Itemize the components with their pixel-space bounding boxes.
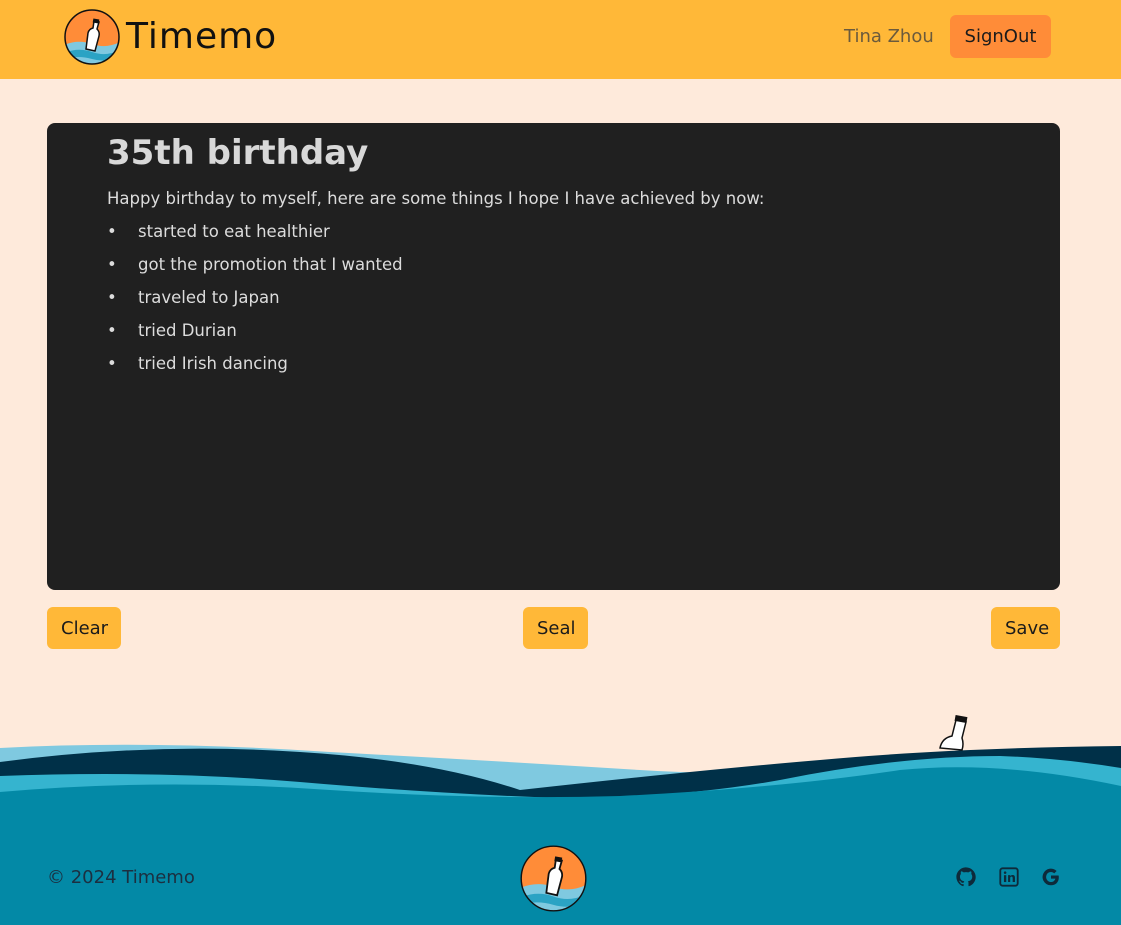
floating-bottle-icon [939, 715, 968, 751]
google-icon[interactable] [1040, 866, 1062, 888]
list-item: got the promotion that I wanted [107, 255, 1000, 275]
memo-editor[interactable]: 35th birthday Happy birthday to myself, … [47, 123, 1060, 590]
memo-intro: Happy birthday to myself, here are some … [107, 189, 765, 208]
top-nav-bar: Timemo Tina Zhou SignOut [0, 0, 1121, 79]
github-icon[interactable] [955, 866, 977, 888]
memo-list: started to eat healthier got the promoti… [107, 222, 1000, 374]
list-item: tried Durian [107, 321, 1000, 341]
footer-copyright: © 2024 Timemo [47, 867, 195, 888]
linkedin-icon[interactable] [998, 866, 1020, 888]
signout-button[interactable]: SignOut [950, 15, 1051, 58]
list-item: started to eat healthier [107, 222, 1000, 242]
list-item: traveled to Japan [107, 288, 1000, 308]
list-item: tried Irish dancing [107, 354, 1000, 374]
user-name: Tina Zhou [844, 26, 934, 47]
save-button[interactable]: Save [991, 607, 1060, 649]
bottle-logo-icon [64, 9, 120, 65]
footer-bottle-logo-icon [520, 845, 587, 912]
brand-logo[interactable]: Timemo [64, 9, 277, 65]
seal-button[interactable]: Seal [523, 607, 588, 649]
memo-title: 35th birthday [107, 133, 369, 173]
clear-button[interactable]: Clear [47, 607, 121, 649]
brand-name: Timemo [126, 16, 278, 57]
